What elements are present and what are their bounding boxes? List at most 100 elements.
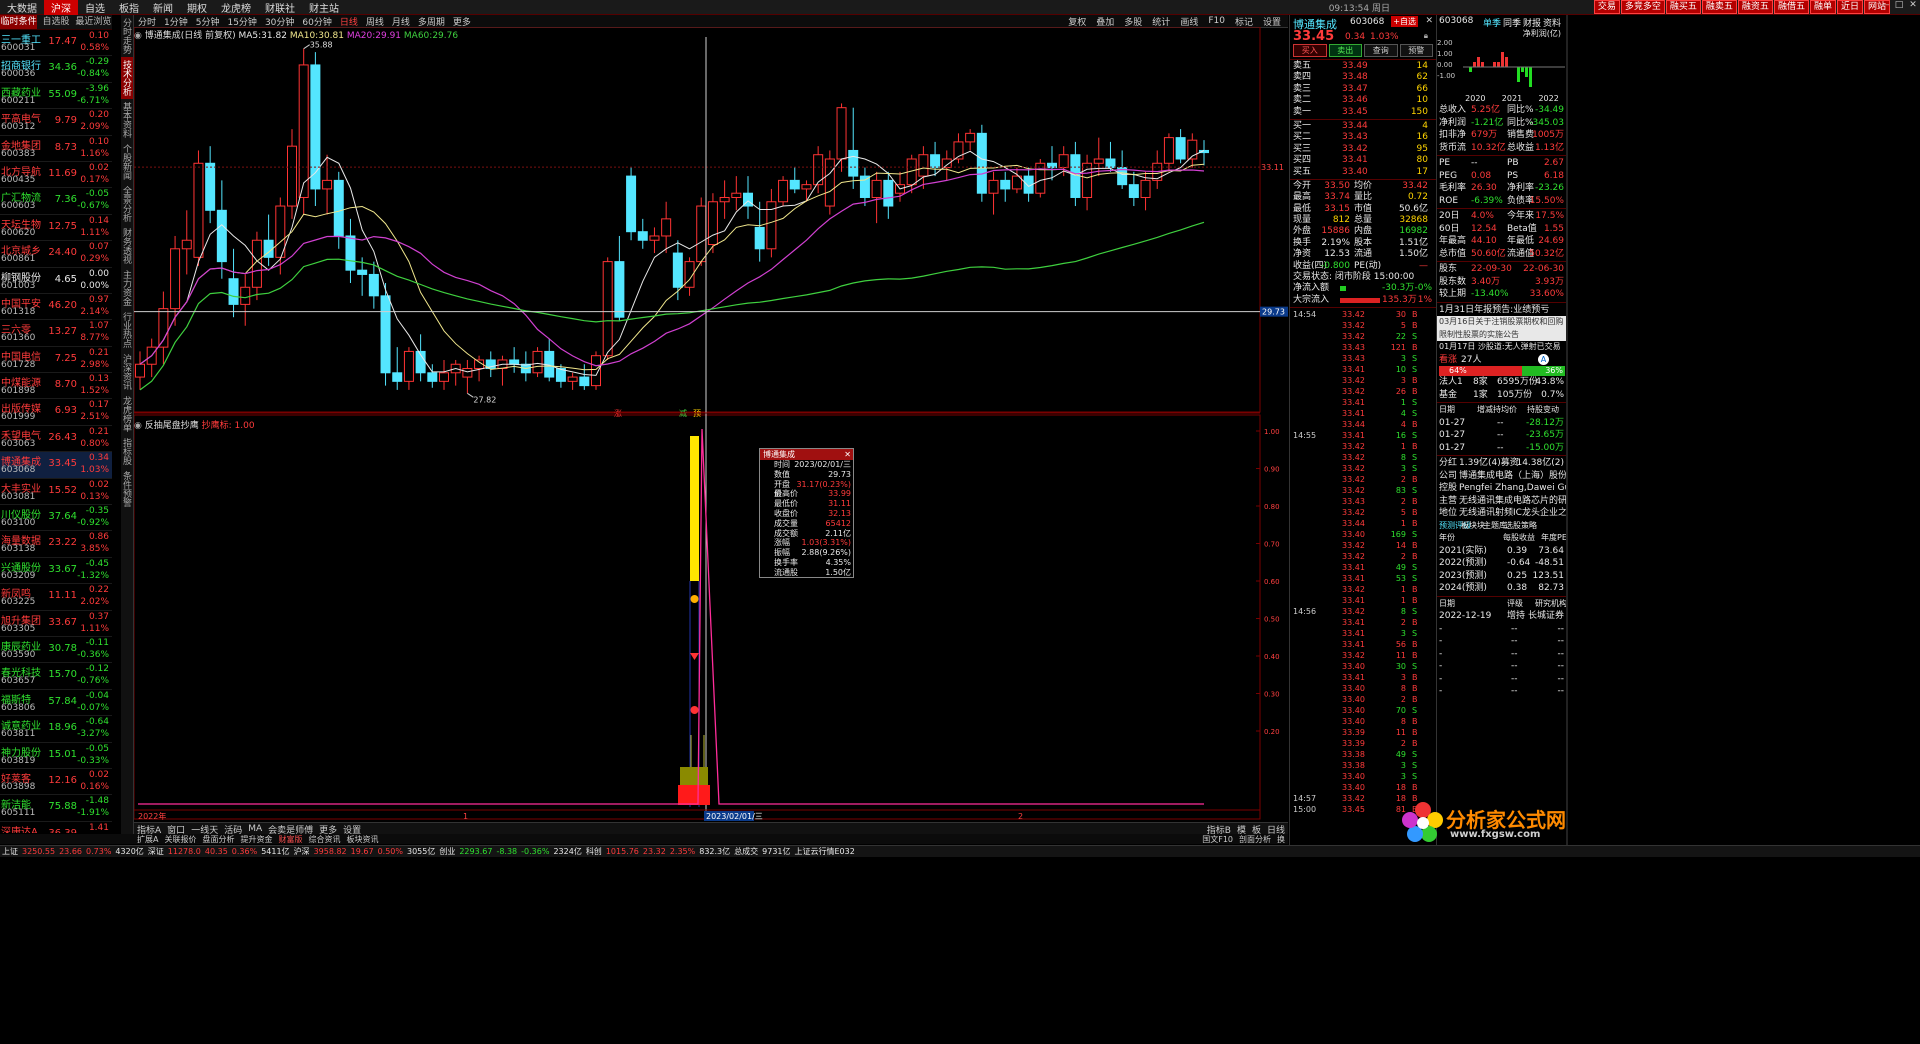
vtab-11[interactable]: 条件预警: [121, 468, 133, 510]
trade-button-1[interactable]: 卖出: [1328, 44, 1362, 57]
vtab-2[interactable]: 基本资料: [121, 99, 133, 141]
top-menu-3[interactable]: 板指: [112, 0, 146, 15]
indicator-tab-4[interactable]: MA: [245, 824, 265, 834]
forecast-tab-1[interactable]: 板块块: [1461, 520, 1485, 533]
stock-row[interactable]: 招商银行 600036 34.36 -0.29 -0.84%: [0, 56, 112, 83]
period-5[interactable]: 60分钟: [298, 15, 335, 28]
vtab-3[interactable]: 个股新闻: [121, 141, 133, 183]
f10-tab-2[interactable]: 财报: [1523, 16, 1541, 29]
news-item[interactable]: 01月17日 沙股道:无人弹射已交易: [1437, 341, 1567, 354]
chart-tool-7[interactable]: 设置: [1258, 15, 1286, 28]
ext-tab-6[interactable]: 板块资讯: [343, 834, 381, 845]
forecast-tab-3[interactable]: 选股策略: [1505, 520, 1537, 533]
news-item[interactable]: 限制性股票的实施公告: [1437, 328, 1567, 341]
stock-row[interactable]: 川仪股份 603100 37.64 -0.35 -0.92%: [0, 505, 112, 532]
top-button-1[interactable]: 多竞多空: [1620, 0, 1665, 14]
stock-row[interactable]: 福斯特 603806 57.84 -0.04 -0.07%: [0, 690, 112, 717]
vtab-6[interactable]: 主力资金: [121, 267, 133, 309]
top-button-6[interactable]: 融单: [1809, 0, 1836, 14]
vtab-7[interactable]: 行业热点: [121, 309, 133, 351]
stock-row[interactable]: 新洁能 605111 75.88 -1.48 -1.91%: [0, 795, 112, 822]
stock-row[interactable]: 诚意药业 603811 18.96 -0.64 -3.27%: [0, 716, 112, 743]
trade-button-2[interactable]: 查询: [1364, 44, 1398, 57]
close-icon[interactable]: ✕: [1425, 16, 1433, 26]
index-name[interactable]: 创业: [437, 846, 457, 857]
chart-tool-4[interactable]: 画线: [1175, 15, 1203, 28]
stock-row[interactable]: 中国电信 601728 7.25 0.21 2.98%: [0, 347, 112, 374]
vtab-8[interactable]: 沪深资讯: [121, 351, 133, 393]
ext-tab-2[interactable]: 盘面分析: [199, 834, 237, 845]
stock-row[interactable]: 北京城乡 600861 24.40 0.07 0.29%: [0, 241, 112, 268]
index-name[interactable]: 科创: [584, 846, 604, 857]
stock-row[interactable]: 新凤鸣 603225 11.11 0.22 2.02%: [0, 584, 112, 611]
period-6[interactable]: 日线: [336, 15, 362, 28]
settings-dot-icon[interactable]: ◉: [134, 31, 142, 41]
period-0[interactable]: 分时: [134, 15, 160, 28]
stock-row[interactable]: 北方导航 600435 11.69 0.02 0.17%: [0, 162, 112, 189]
kline-chart[interactable]: 33.1129.7335.8827.82涨减预1.000.900.800.700…: [134, 27, 1288, 822]
ext-right-2[interactable]: 换: [1274, 834, 1288, 845]
vtab-9[interactable]: 龙虎榜单: [121, 393, 133, 435]
chart-tool-3[interactable]: 统计: [1147, 15, 1175, 28]
period-2[interactable]: 5分钟: [192, 15, 224, 28]
ext-right-0[interactable]: 国文F10: [1199, 834, 1236, 845]
ext-tab-1[interactable]: 关联报价: [161, 834, 199, 845]
vtab-1[interactable]: 技术分析: [121, 57, 133, 99]
stock-row[interactable]: 天坛生物 600620 12.75 0.14 1.11%: [0, 215, 112, 242]
settings-dot-icon[interactable]: ◉: [134, 421, 142, 431]
top-menu-7[interactable]: 财联社: [258, 0, 302, 15]
top-button-5[interactable]: 融借五: [1773, 0, 1809, 14]
chart-tool-1[interactable]: 叠加: [1091, 15, 1119, 28]
stock-row[interactable]: 三一重工 600031 17.47 0.10 0.58%: [0, 30, 112, 57]
stock-row[interactable]: 兴通股份 603209 33.67 -0.45 -1.32%: [0, 558, 112, 585]
top-button-4[interactable]: 融资五: [1737, 0, 1773, 14]
list-tab-0[interactable]: 临时条件: [0, 15, 38, 29]
top-button-3[interactable]: 融卖五: [1701, 0, 1737, 14]
vtab-0[interactable]: 分时走势: [121, 15, 133, 57]
ext-tab-4[interactable]: 财富版: [275, 834, 305, 845]
stock-row[interactable]: 春光科技 603657 15.70 -0.12 -0.76%: [0, 663, 112, 690]
period-8[interactable]: 月线: [388, 15, 414, 28]
right-scroll-strip[interactable]: [1566, 15, 1568, 845]
stock-row[interactable]: 出版传媒 601999 6.93 0.17 2.51%: [0, 399, 112, 426]
period-7[interactable]: 周线: [362, 15, 388, 28]
top-menu-4[interactable]: 新闻: [146, 0, 180, 15]
ext-tab-0[interactable]: 扩展A: [134, 834, 161, 845]
stock-row[interactable]: 金地集团 600383 8.73 0.10 1.16%: [0, 136, 112, 162]
ext-right-1[interactable]: 剖面分析: [1236, 834, 1274, 845]
chart-tool-0[interactable]: 复权: [1063, 15, 1091, 28]
trade-button-0[interactable]: 买入: [1293, 44, 1327, 57]
close-icon[interactable]: ✕: [844, 449, 851, 460]
stock-row[interactable]: 广汇物流 600603 7.36 -0.05 -0.67%: [0, 188, 112, 215]
forecast-tab-2[interactable]: 主题库: [1483, 520, 1507, 533]
vtab-4[interactable]: 全景分析: [121, 183, 133, 225]
top-menu-5[interactable]: 期权: [180, 0, 214, 15]
stock-row[interactable]: 旭升集团 603305 33.67 0.37 1.11%: [0, 611, 112, 637]
stock-row[interactable]: 深康达A00003236.391.414.03%: [0, 822, 112, 833]
period-3[interactable]: 15分钟: [223, 15, 260, 28]
add-favorite-button[interactable]: +自选: [1391, 16, 1418, 27]
stock-row[interactable]: 禾望电气 603063 26.43 0.21 0.80%: [0, 426, 112, 453]
news-item[interactable]: 1月31日年报预告:业绩预亏: [1437, 304, 1567, 317]
period-10[interactable]: 更多: [449, 15, 475, 28]
minimize-icon[interactable]: —: [1878, 0, 1892, 14]
news-item[interactable]: 03月16日关于注销股票期权和回购: [1437, 316, 1567, 329]
top-menu-8[interactable]: 财主站: [302, 0, 346, 15]
chart-tool-2[interactable]: 多股: [1119, 15, 1147, 28]
list-tab-2[interactable]: 最近浏览: [75, 15, 112, 29]
stock-row[interactable]: 三六零 601360 13.27 1.07 8.77%: [0, 320, 112, 347]
vtab-5[interactable]: 财务透视: [121, 225, 133, 267]
lock-icon[interactable]: 🔒︎: [1424, 31, 1428, 41]
top-menu-6[interactable]: 龙虎榜: [214, 0, 258, 15]
chart-tool-6[interactable]: 标记: [1230, 15, 1258, 28]
stock-row[interactable]: 西藏药业 600211 55.09 -3.96 -6.71%: [0, 83, 112, 110]
avatar[interactable]: A: [1538, 353, 1549, 365]
close-icon[interactable]: ✕: [1906, 0, 1920, 14]
index-name[interactable]: 上证: [0, 846, 20, 857]
ext-tab-3[interactable]: 提升资金: [237, 834, 275, 845]
stock-row[interactable]: 大丰实业 603081 15.52 0.02 0.13%: [0, 479, 112, 506]
stock-row[interactable]: 中国平安 601318 46.20 0.97 2.14%: [0, 294, 112, 321]
stock-row[interactable]: 中煤能源 601898 8.70 0.13 1.52%: [0, 373, 112, 400]
period-1[interactable]: 1分钟: [160, 15, 192, 28]
stock-row[interactable]: 海量数据 603138 23.22 0.86 3.85%: [0, 531, 112, 558]
